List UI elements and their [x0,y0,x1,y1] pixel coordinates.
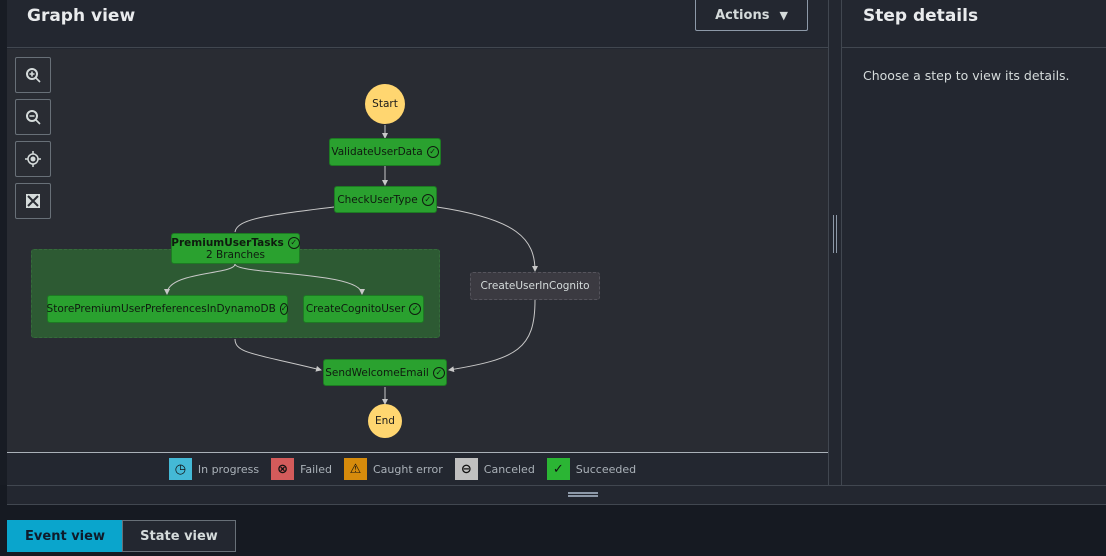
horizontal-resize-handle[interactable] [7,485,1106,505]
check-circle-icon: ✓ [279,303,289,315]
node-label: CheckUserType [337,193,418,206]
node-create-user-in-cognito[interactable]: CreateUserInCognito [470,272,600,300]
node-label: StorePremiumUserPreferencesInDynamoDB [46,303,276,315]
node-label: PremiumUserTasks [171,236,284,249]
tab-state-view[interactable]: State view [122,520,236,552]
edge [164,263,236,295]
x-circle-icon: ⊗ [271,458,295,480]
graph-header: Graph view Actions ▼ [7,0,828,48]
node-label: CreateUserInCognito [480,280,590,292]
node-label: ValidateUserData [331,146,423,158]
left-edge [0,0,7,485]
node-check-user-type[interactable]: CheckUserType ✓ [334,186,437,213]
node-validate-user-data[interactable]: ValidateUserData ✓ [329,138,441,166]
edge [234,206,335,233]
actions-button[interactable]: Actions ▼ [695,0,808,31]
edge [448,299,536,373]
node-create-cognito-user[interactable]: CreateCognitoUser ✓ [303,295,424,323]
check-circle-icon: ✓ [426,146,439,158]
branch-count: 2 Branches [206,248,265,261]
node-end[interactable]: End [368,404,402,438]
legend-item: ⊖ Canceled [454,458,535,480]
vertical-resize-handle[interactable] [828,0,842,485]
tab-event-view[interactable]: Event view [7,520,123,552]
legend-item: ✓ Succeeded [546,458,637,480]
warning-icon: ⚠ [343,458,367,480]
check-circle-icon: ✓ [546,458,570,480]
grip-icon [833,215,837,253]
grip-icon [568,492,598,497]
legend-label: Canceled [483,462,535,476]
graph-canvas[interactable]: Start ValidateUserData ✓ CheckUserType ✓ P… [7,49,828,452]
details-header: Step details [842,0,1106,48]
details-empty-text: Choose a step to view its details. [863,68,1070,83]
check-circle-icon: ✓ [287,236,300,249]
node-label: CreateCognitoUser [305,303,406,315]
edge [234,338,322,372]
legend-label: Caught error [372,462,443,476]
edge [436,206,538,272]
check-circle-icon: ✓ [421,193,434,206]
edge [234,263,365,295]
legend: ◷ In progress ⊗ Failed ⚠ Caught error ⊖ Canc… [7,452,828,485]
check-circle-icon: ✓ [432,366,445,379]
check-circle-icon: ✓ [409,303,422,315]
legend-label: In progress [197,462,260,476]
node-label: SendWelcomeEmail [325,366,429,379]
legend-item: ◷ In progress [168,458,260,480]
graph-title: Graph view [27,6,136,26]
step-details-panel: Step details Choose a step to view its d… [842,0,1106,485]
details-title: Step details [863,6,979,26]
graph-edges [164,125,538,405]
minus-circle-icon: ⊖ [454,458,478,480]
node-start[interactable]: Start [365,84,405,124]
legend-label: Failed [300,462,332,476]
legend-label: Succeeded [575,462,637,476]
actions-label: Actions [715,7,770,23]
node-premium-user-tasks[interactable]: PremiumUserTasks ✓ 2 Branches [171,233,300,264]
clock-icon: ◷ [168,458,192,480]
caret-down-icon: ▼ [779,8,788,22]
legend-item: ⊗ Failed [271,458,332,480]
legend-item: ⚠ Caught error [343,458,443,480]
node-store-premium-user-preferences[interactable]: StorePremiumUserPreferencesInDynamoDB ✓ [46,295,289,323]
graph-panel: Graph view Actions ▼ Start ValidateUserDa… [7,0,828,485]
node-send-welcome-email[interactable]: SendWelcomeEmail ✓ [323,359,447,386]
